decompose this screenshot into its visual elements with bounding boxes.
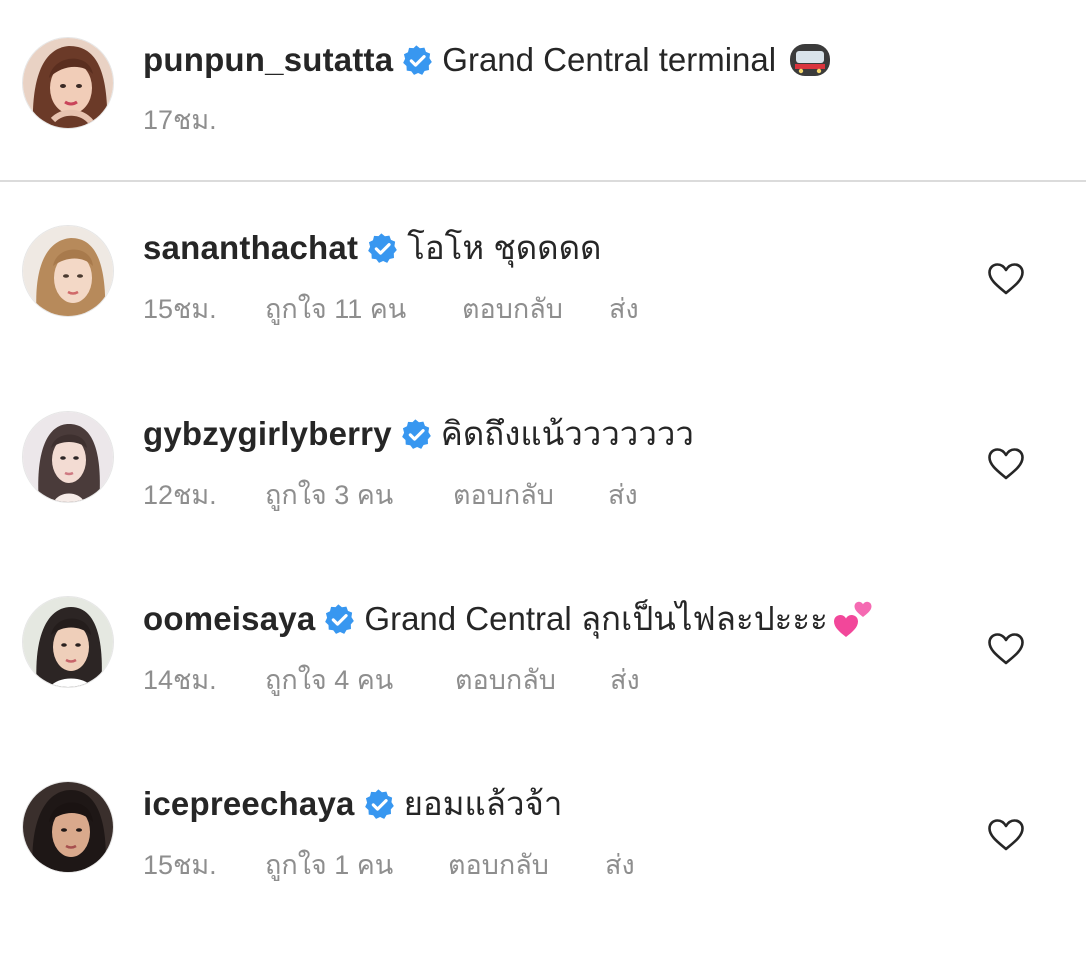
comment-username[interactable]: sananthachat [143,226,358,270]
send-button[interactable]: ส่ง [609,287,639,330]
comment-username[interactable]: icepreechaya [143,782,355,826]
likes-count-link[interactable]: ถูกใจ 11 คน [265,287,462,330]
send-button[interactable]: ส่ง [608,473,638,516]
comment-timestamp: 15ชม. [143,293,217,324]
avatar[interactable] [22,225,114,317]
avatar[interactable] [22,37,114,129]
likes-count-link[interactable]: ถูกใจ 4 คน [265,658,455,701]
two-hearts-emoji-icon [832,597,876,641]
reply-button[interactable]: ตอบกลับ [453,473,608,516]
reply-button[interactable]: ตอบกลับ [448,843,605,886]
avatar[interactable] [22,781,114,873]
likes-count-link[interactable]: ถูกใจ 3 คน [265,473,453,516]
comment-username[interactable]: oomeisaya [143,597,315,641]
verified-badge-icon [367,232,398,264]
comment-text: ยอมแล้วจ้า [403,785,563,822]
avatar[interactable] [22,411,114,503]
verified-badge-icon [402,44,433,76]
comment-timestamp: 15ชม. [143,849,217,880]
comment-text: โอโห ชุดดดด [407,229,602,266]
comment-timestamp: 12ชม. [143,479,217,510]
divider [0,180,1086,182]
heart-outline-icon[interactable] [987,818,1025,852]
comment-username[interactable]: gybzygirlyberry [143,412,392,456]
avatar[interactable] [22,596,114,688]
reply-button[interactable]: ตอบกลับ [455,658,610,701]
verified-badge-icon [401,418,432,450]
reply-button[interactable]: ตอบกลับ [462,287,609,330]
heart-outline-icon[interactable] [987,262,1025,296]
comment-timestamp: 14ชม. [143,664,217,695]
comment-text: คิดถึงแน้ววววววว [440,415,694,452]
caption-username[interactable]: punpun_sutatta [143,38,393,82]
verified-badge-icon [324,603,355,635]
caption-timestamp: 17ชม. [143,104,217,135]
post-caption: punpun_sutatta Grand Central terminal 17… [0,0,1086,181]
likes-count-link[interactable]: ถูกใจ 1 คน [265,843,448,886]
caption-text: Grand Central terminal [442,41,777,78]
send-button[interactable]: ส่ง [610,658,640,701]
comment-text: Grand Central ลุกเป็นไฟละปะะะ [364,600,828,637]
send-button[interactable]: ส่ง [605,843,635,886]
verified-badge-icon [364,788,395,820]
heart-outline-icon[interactable] [987,447,1025,481]
metro-train-emoji-icon [788,42,832,78]
heart-outline-icon[interactable] [987,632,1025,666]
